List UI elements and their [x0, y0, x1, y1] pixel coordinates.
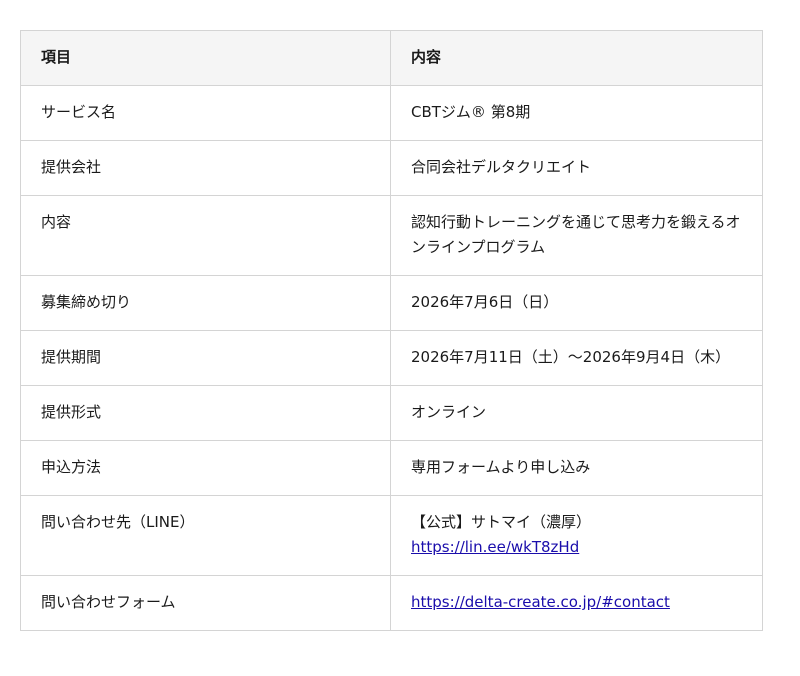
row-value: 合同会社デルタクリエイト [390, 140, 763, 196]
line-account-name: 【公式】サトマイ（濃厚） [411, 513, 592, 531]
table-row: 提供会社 合同会社デルタクリエイト [20, 140, 763, 196]
row-label: 提供期間 [20, 330, 391, 386]
table-row: 提供期間 2026年7月11日（土）〜2026年9月4日（木） [20, 330, 763, 386]
row-value: CBTジム® 第8期 [390, 85, 763, 141]
table-row: 提供形式 オンライン [20, 385, 763, 441]
table-row: 募集締め切り 2026年7月6日（日） [20, 275, 763, 331]
row-label: 提供会社 [20, 140, 391, 196]
row-label: 内容 [20, 195, 391, 276]
table-header-row: 項目 内容 [20, 30, 763, 86]
row-value: 2026年7月11日（土）〜2026年9月4日（木） [390, 330, 763, 386]
table-row: 申込方法 専用フォームより申し込み [20, 440, 763, 496]
info-table: 項目 内容 サービス名 CBTジム® 第8期 提供会社 合同会社デルタクリエイト… [20, 30, 763, 631]
header-content: 内容 [390, 30, 763, 86]
header-item: 項目 [20, 30, 391, 86]
row-label: 提供形式 [20, 385, 391, 441]
row-label: 募集締め切り [20, 275, 391, 331]
row-value: 認知行動トレーニングを通じて思考力を鍛えるオンラインプログラム [390, 195, 763, 276]
row-value: 専用フォームより申し込み [390, 440, 763, 496]
table-row: 問い合わせ先（LINE） 【公式】サトマイ（濃厚） https://lin.ee… [20, 495, 763, 576]
table-row: 内容 認知行動トレーニングを通じて思考力を鍛えるオンラインプログラム [20, 195, 763, 276]
contact-form-link[interactable]: https://delta-create.co.jp/#contact [411, 593, 670, 611]
line-contact-link[interactable]: https://lin.ee/wkT8zHd [411, 538, 579, 556]
row-value-contact-form: https://delta-create.co.jp/#contact [390, 575, 763, 631]
row-value: 2026年7月6日（日） [390, 275, 763, 331]
row-label: 問い合わせフォーム [20, 575, 391, 631]
row-value: オンライン [390, 385, 763, 441]
table-row: サービス名 CBTジム® 第8期 [20, 85, 763, 141]
row-label: 問い合わせ先（LINE） [20, 495, 391, 576]
table-row: 問い合わせフォーム https://delta-create.co.jp/#co… [20, 575, 763, 631]
row-label: サービス名 [20, 85, 391, 141]
info-table-container: 項目 内容 サービス名 CBTジム® 第8期 提供会社 合同会社デルタクリエイト… [20, 30, 763, 631]
row-label: 申込方法 [20, 440, 391, 496]
row-value-line-contact: 【公式】サトマイ（濃厚） https://lin.ee/wkT8zHd [390, 495, 763, 576]
